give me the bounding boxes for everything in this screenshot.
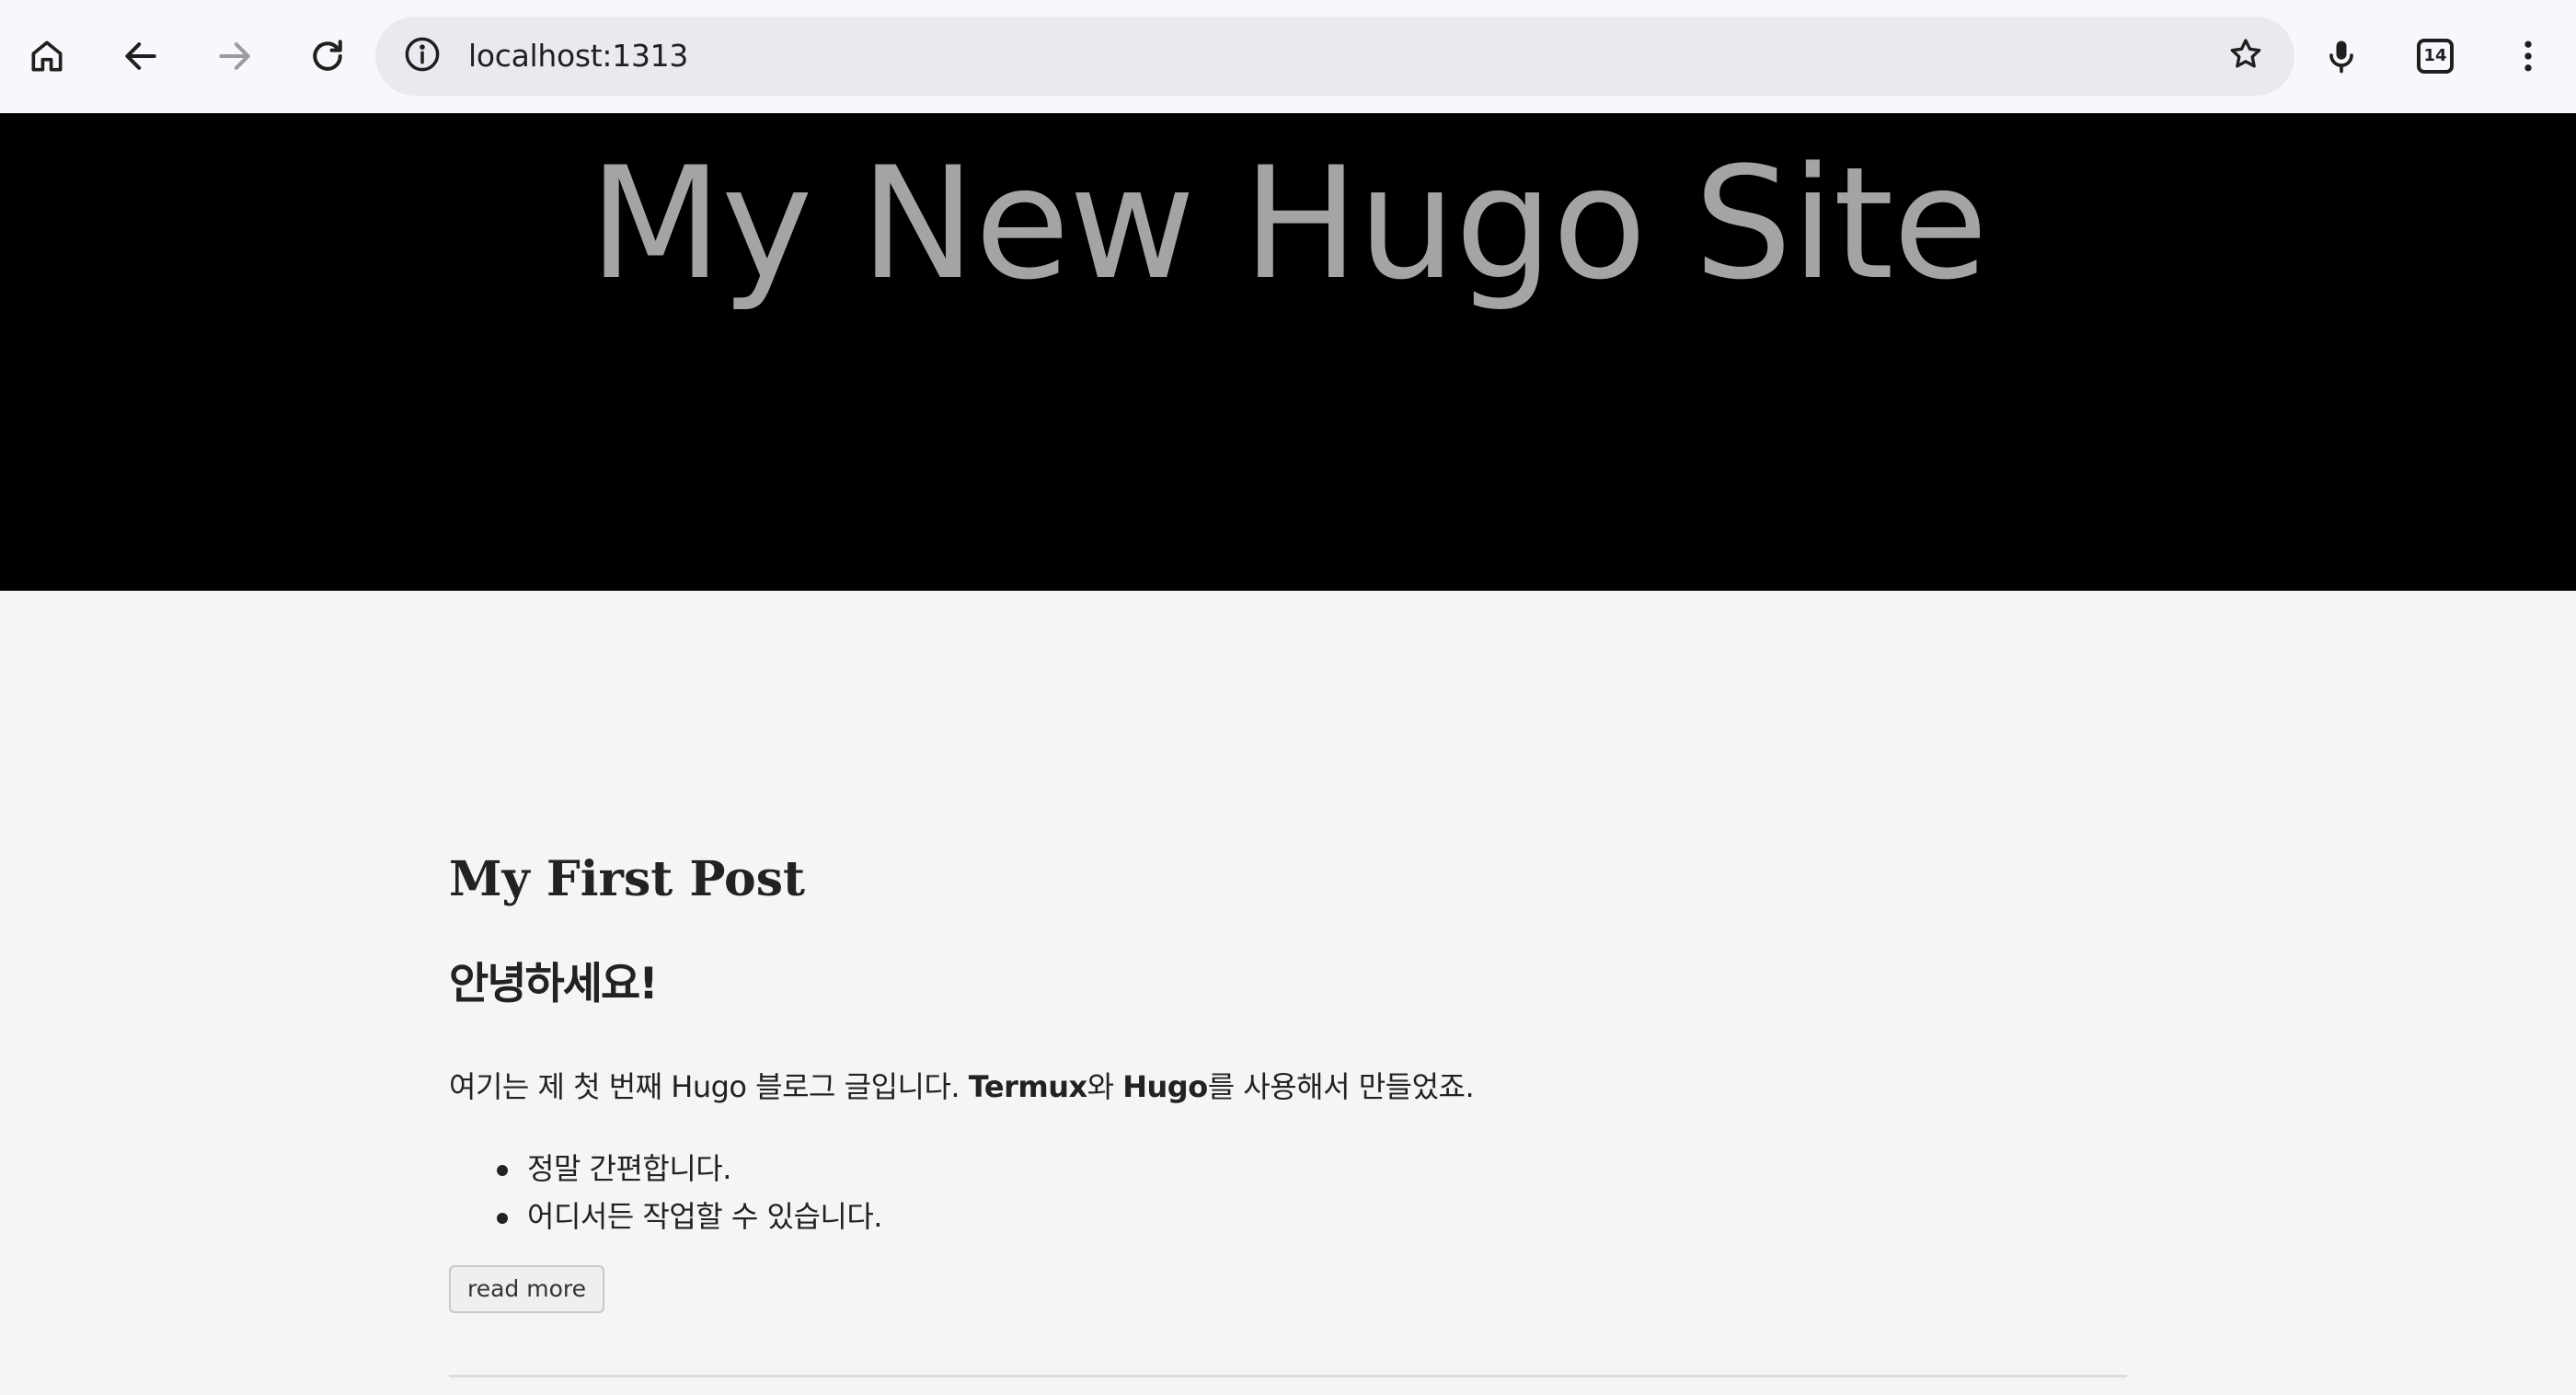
more-vertical-icon [2508, 36, 2548, 76]
back-button[interactable] [104, 19, 178, 93]
bullet-icon [497, 1165, 508, 1176]
reload-button[interactable] [291, 19, 364, 93]
post-heading: 안녕하세요! [449, 959, 659, 1009]
list-item-text: 어디서든 작업할 수 있습니다. [527, 1199, 882, 1234]
browser-menu-button[interactable] [2491, 19, 2565, 93]
post-divider [449, 1375, 2127, 1378]
arrow-right-icon [214, 36, 255, 76]
read-more-button[interactable]: read more [449, 1265, 605, 1313]
arrow-left-icon [121, 36, 161, 76]
site-header: My New Hugo Site [0, 113, 2576, 591]
post-paragraph: 여기는 제 첫 번째 Hugo 블로그 글입니다. Termux와 Hugo를 … [449, 1067, 1475, 1106]
browser-toolbar: localhost:1313 14 [0, 0, 2576, 113]
paragraph-text: 를 사용해서 만들었죠. [1207, 1069, 1475, 1104]
info-icon [403, 35, 442, 77]
address-bar[interactable]: localhost:1313 [375, 17, 2294, 96]
site-title[interactable]: My New Hugo Site [0, 122, 2576, 325]
home-button[interactable] [10, 19, 84, 93]
forward-button[interactable] [198, 19, 271, 93]
bookmark-button[interactable] [2220, 30, 2271, 82]
page-viewport: My New Hugo Site My First Post 안녕하세요! 여기… [0, 113, 2576, 1395]
list-item: 정말 간편합니다. [449, 1145, 882, 1193]
tab-switcher-button[interactable]: 14 [2398, 19, 2472, 93]
post-title-link[interactable]: My First Post [449, 847, 805, 912]
star-icon [2227, 36, 2264, 76]
tab-switcher-icon: 14 [2417, 39, 2454, 74]
list-item-text: 정말 간편합니다. [527, 1151, 731, 1186]
reload-icon [307, 36, 348, 76]
microphone-icon [2321, 36, 2362, 76]
url-text[interactable]: localhost:1313 [468, 37, 688, 75]
paragraph-text: 와 [1087, 1069, 1123, 1104]
bullet-icon [497, 1213, 508, 1224]
post-bullet-list: 정말 간편합니다. 어디서든 작업할 수 있습니다. [449, 1145, 882, 1240]
voice-search-button[interactable] [2305, 19, 2378, 93]
site-info-button[interactable] [397, 30, 448, 82]
paragraph-bold-hugo: Hugo [1122, 1069, 1208, 1104]
list-item: 어디서든 작업할 수 있습니다. [449, 1193, 882, 1240]
paragraph-text: 여기는 제 첫 번째 Hugo 블로그 글입니다. [449, 1069, 969, 1104]
home-icon [27, 36, 67, 76]
paragraph-bold-termux: Termux [968, 1069, 1087, 1104]
